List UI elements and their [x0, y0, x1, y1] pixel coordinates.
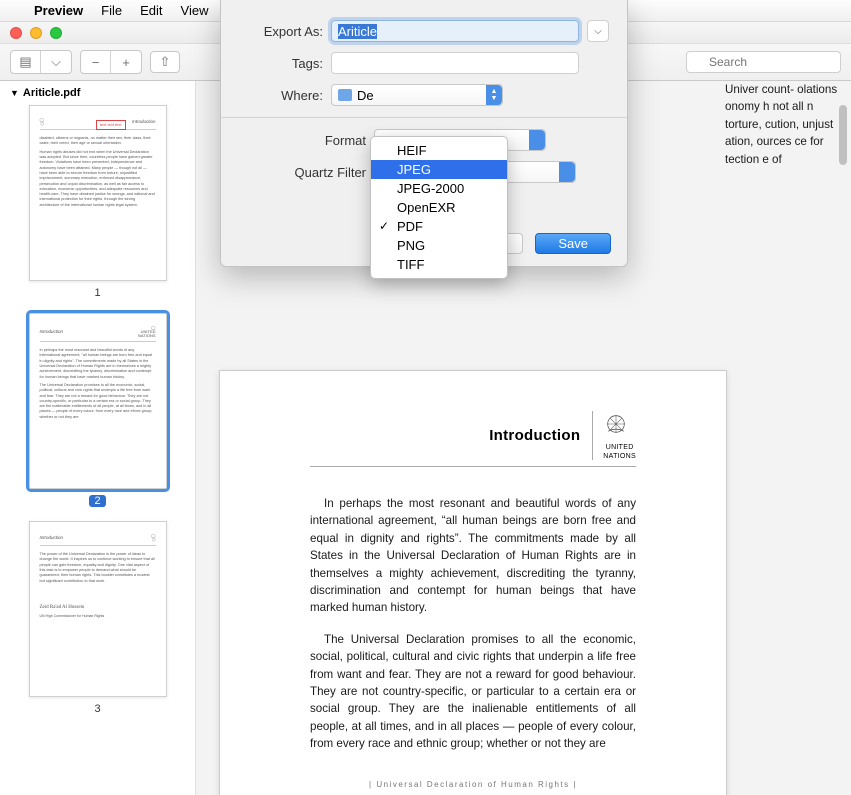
thumb-number-3: 3: [94, 703, 100, 715]
view-mode-segment[interactable]: ▤ ⌵: [10, 50, 72, 74]
zoom-segment[interactable]: − +: [80, 50, 142, 74]
share-button[interactable]: ⇧: [150, 51, 180, 73]
page-thumbnail-3[interactable]: Introduction◯⬡ The power of the Universa…: [29, 521, 167, 697]
thumbnail-sidebar: ▼ Ariticle.pdf ◯⬡Introduction text text …: [0, 81, 196, 795]
sidebar-toggle-icon: ▤: [19, 54, 31, 70]
zoom-out-icon: −: [92, 55, 100, 70]
tags-input[interactable]: [331, 52, 579, 74]
un-logo-icon: [603, 411, 629, 442]
format-option-tiff[interactable]: TIFF: [371, 255, 507, 274]
folder-icon: [338, 89, 352, 101]
page-footer: | Universal Declaration of Human Rights …: [310, 780, 636, 789]
format-option-png[interactable]: PNG: [371, 236, 507, 255]
where-popup[interactable]: De ▲▼: [331, 84, 503, 106]
page-thumbnail-2[interactable]: Introduction◯UNITEDNATIONS In perhaps th…: [29, 313, 167, 489]
chevron-down-icon: ⌵: [594, 26, 602, 37]
where-value: De: [357, 88, 374, 103]
disclosure-triangle-icon[interactable]: ▼: [10, 88, 19, 98]
save-button[interactable]: Save: [535, 233, 611, 254]
page-thumbnail-1[interactable]: ◯⬡Introduction text text text disabled, …: [29, 105, 167, 281]
annotation-box: text text text: [96, 120, 126, 130]
where-label: Where:: [239, 88, 323, 103]
un-text-1: UNITED: [603, 444, 636, 451]
thumb-number-2: 2: [89, 495, 105, 507]
format-label: Format: [239, 133, 366, 148]
format-option-openexr[interactable]: OpenEXR: [371, 198, 507, 217]
view-dropdown-icon: ⌵: [51, 54, 61, 70]
search-input[interactable]: [686, 51, 841, 73]
export-as-label: Export As:: [239, 24, 323, 39]
sidebar-doc-name: Ariticle.pdf: [23, 87, 80, 99]
un-text-2: NATIONS: [603, 453, 636, 460]
menu-view[interactable]: View: [181, 3, 209, 18]
format-option-pdf[interactable]: PDF: [371, 217, 507, 236]
tags-label: Tags:: [239, 56, 323, 71]
scrollbar-thumb[interactable]: [839, 105, 847, 165]
expand-save-dialog-button[interactable]: ⌵: [587, 20, 609, 42]
menu-file[interactable]: File: [101, 3, 122, 18]
thumb-number-1: 1: [94, 287, 100, 299]
format-dropdown-menu: HEIF JPEG JPEG-2000 OpenEXR PDF PNG TIFF: [370, 136, 508, 279]
format-option-heif[interactable]: HEIF: [371, 141, 507, 160]
format-option-jpeg[interactable]: JPEG: [371, 160, 507, 179]
vertical-scrollbar[interactable]: [835, 83, 849, 793]
format-option-jpeg2000[interactable]: JPEG-2000: [371, 179, 507, 198]
previous-page-peek: Univer count- olations onomy h not all n…: [725, 81, 850, 346]
stepper-icon: ▲▼: [486, 85, 502, 105]
app-name[interactable]: Preview: [34, 3, 83, 18]
sidebar-doc-header[interactable]: ▼ Ariticle.pdf: [6, 85, 189, 105]
page-body-text: In perhaps the most resonant and beautif…: [310, 495, 636, 752]
document-page: Introduction UNITED NATIONS In perhaps t…: [219, 370, 727, 795]
share-icon: ⇧: [160, 54, 171, 70]
menu-edit[interactable]: Edit: [140, 3, 162, 18]
export-as-input[interactable]: [331, 20, 579, 42]
quartz-filter-label: Quartz Filter: [239, 165, 366, 180]
page-heading: Introduction: [489, 427, 580, 444]
zoom-in-icon: +: [122, 55, 130, 70]
